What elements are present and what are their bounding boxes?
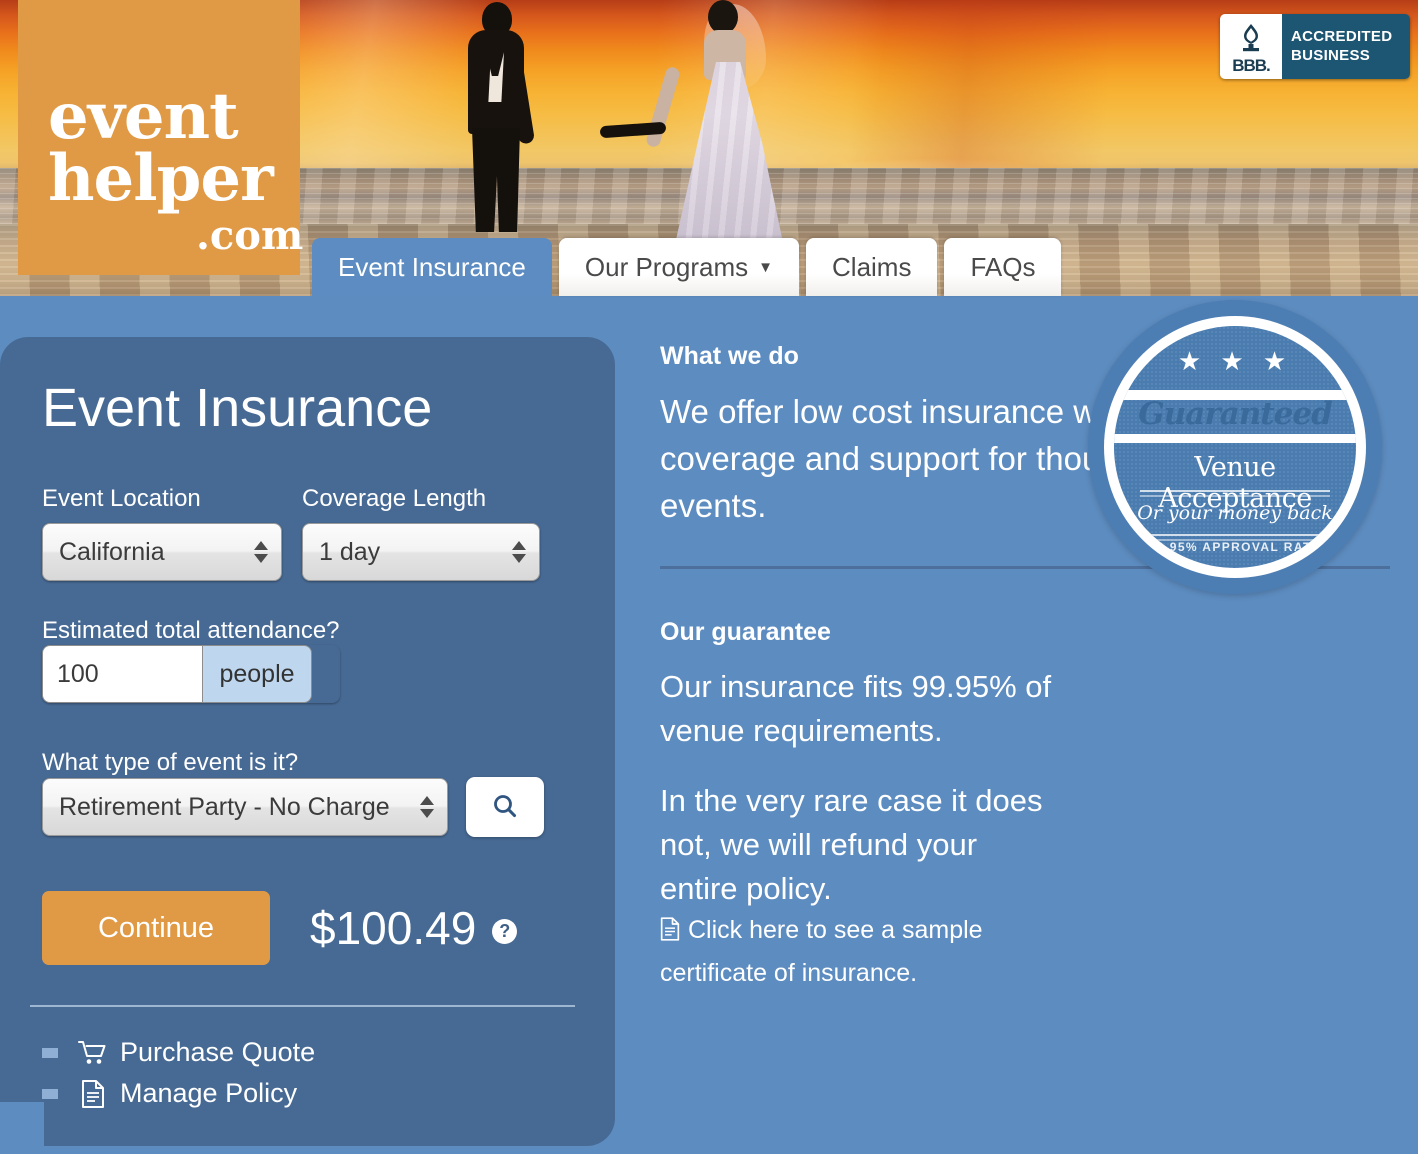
quick-link-label: Manage Policy bbox=[120, 1078, 298, 1108]
guarantee-seal: ★ ★ ★ Guaranteed Venue Acceptance ★ Or y… bbox=[1088, 300, 1382, 594]
guarantee-body-2: In the very rare case it does not, we wi… bbox=[660, 783, 1043, 907]
attendance-label: Estimated total attendance? bbox=[42, 617, 340, 644]
guarantee-body-1: Our insurance fits 99.95% of venue requi… bbox=[660, 669, 1052, 749]
event-type-row: Retirement Party - No Charge bbox=[42, 777, 544, 837]
tab-event-insurance[interactable]: Event Insurance bbox=[312, 238, 552, 296]
seal-stars: ★ ★ ★ bbox=[1114, 348, 1356, 374]
event-type-field: What type of event is it? Retirement Par… bbox=[42, 749, 544, 837]
seal-money-back-text: ★ Or your money back ★ bbox=[1114, 502, 1356, 524]
bullet-icon bbox=[42, 1047, 58, 1058]
event-location-select[interactable]: California bbox=[42, 523, 282, 581]
tab-faqs[interactable]: FAQs bbox=[944, 238, 1062, 296]
search-icon bbox=[494, 795, 516, 818]
coverage-length-select-wrap: 1 day bbox=[302, 523, 540, 581]
coverage-length-field: Coverage Length 1 day bbox=[302, 485, 540, 581]
continue-button[interactable]: Continue bbox=[42, 891, 270, 965]
event-location-select-wrap: California bbox=[42, 523, 282, 581]
guarantee-heading: Our guarantee bbox=[660, 618, 831, 646]
cart-icon bbox=[76, 1040, 110, 1066]
cta-row: Continue $100.49 ? bbox=[42, 891, 518, 965]
panel-divider bbox=[30, 1005, 575, 1007]
seal-approval-rate-text: 99.95% APPROVAL RATE bbox=[1148, 540, 1322, 554]
seal-rule bbox=[1140, 534, 1330, 536]
bbb-line-1: ACCREDITED bbox=[1291, 27, 1393, 45]
search-button[interactable] bbox=[466, 777, 544, 837]
bbb-torch-icon bbox=[1234, 22, 1268, 56]
link-manage-policy[interactable]: Manage Policy bbox=[42, 1078, 315, 1109]
help-icon[interactable]: ? bbox=[492, 918, 518, 944]
location-coverage-row: Event Location California Coverage Lengt… bbox=[42, 485, 540, 581]
page-content: Event Insurance Event Location Californi… bbox=[0, 296, 1418, 1154]
event-type-label: What type of event is it? bbox=[42, 749, 299, 776]
event-location-label: Event Location bbox=[42, 485, 201, 512]
seal-rule bbox=[1140, 495, 1330, 497]
document-icon bbox=[660, 913, 680, 953]
bbb-letters: BBB. bbox=[1232, 56, 1271, 75]
sample-certificate-link[interactable]: Click here to see a sample certificate o… bbox=[660, 910, 1060, 993]
tab-claims[interactable]: Claims bbox=[806, 238, 938, 296]
bbb-accreditation-text: ACCREDITED BUSINESS bbox=[1282, 14, 1410, 79]
tab-label: Event Insurance bbox=[338, 251, 526, 282]
site-logo[interactable]: event helper .com bbox=[18, 0, 304, 275]
tab-label: Claims bbox=[832, 251, 912, 282]
logo-line-3: .com bbox=[196, 212, 304, 259]
logo-line-1: event bbox=[48, 79, 239, 154]
guarantee-section: Our guarantee Our insurance fits 99.95% … bbox=[660, 618, 1060, 937]
attendance-input-group: people bbox=[42, 645, 340, 703]
link-purchase-quote[interactable]: Purchase Quote bbox=[42, 1037, 315, 1068]
bbb-accredited-business-badge[interactable]: BBB. ACCREDITED BUSINESS bbox=[1220, 14, 1410, 79]
event-type-select[interactable]: Retirement Party - No Charge bbox=[42, 778, 448, 836]
seal-inner-face: ★ ★ ★ Guaranteed Venue Acceptance ★ Or y… bbox=[1114, 326, 1356, 568]
bbb-line-2: BUSINESS bbox=[1291, 46, 1371, 64]
bullet-icon bbox=[42, 1088, 58, 1099]
attendance-input[interactable] bbox=[42, 645, 202, 703]
event-location-field: Event Location California bbox=[42, 485, 282, 581]
sample-certificate-label: Click here to see a sample certificate o… bbox=[660, 916, 983, 987]
main-navigation: Event Insurance Our Programs ▼ Claims FA… bbox=[312, 230, 1068, 296]
quick-link-label: Purchase Quote bbox=[120, 1037, 316, 1067]
panel-corner-filler bbox=[0, 1102, 44, 1146]
groom-silhouette bbox=[452, 0, 538, 232]
seal-rule bbox=[1140, 490, 1330, 492]
coverage-length-label: Coverage Length bbox=[302, 485, 487, 512]
quote-panel: Event Insurance Event Location Californi… bbox=[0, 337, 615, 1146]
page-title: Event Insurance bbox=[42, 378, 433, 438]
attendance-unit-addon: people bbox=[202, 645, 312, 703]
tab-our-programs[interactable]: Our Programs ▼ bbox=[558, 238, 800, 296]
quick-links: Purchase Quote Manage Policy bbox=[42, 1037, 315, 1119]
bbb-mark: BBB. bbox=[1220, 14, 1282, 79]
price-amount: $100.49 bbox=[310, 902, 477, 954]
attendance-field: Estimated total attendance? people bbox=[42, 617, 340, 703]
seal-guaranteed-text: Guaranteed bbox=[1138, 396, 1333, 432]
bride-silhouette bbox=[644, 0, 808, 238]
coverage-length-select[interactable]: 1 day bbox=[302, 523, 540, 581]
chevron-down-icon: ▼ bbox=[758, 258, 774, 276]
seal-stars-label: ★ ★ ★ bbox=[1177, 346, 1293, 376]
seal-band-mid bbox=[1114, 434, 1356, 443]
price-display: $100.49 ? bbox=[310, 901, 518, 955]
event-type-select-wrap: Retirement Party - No Charge bbox=[42, 778, 448, 836]
document-icon bbox=[76, 1079, 110, 1108]
tab-label: FAQs bbox=[970, 251, 1036, 282]
tab-label: Our Programs bbox=[584, 251, 749, 282]
logo-line-2: helper bbox=[48, 141, 274, 216]
